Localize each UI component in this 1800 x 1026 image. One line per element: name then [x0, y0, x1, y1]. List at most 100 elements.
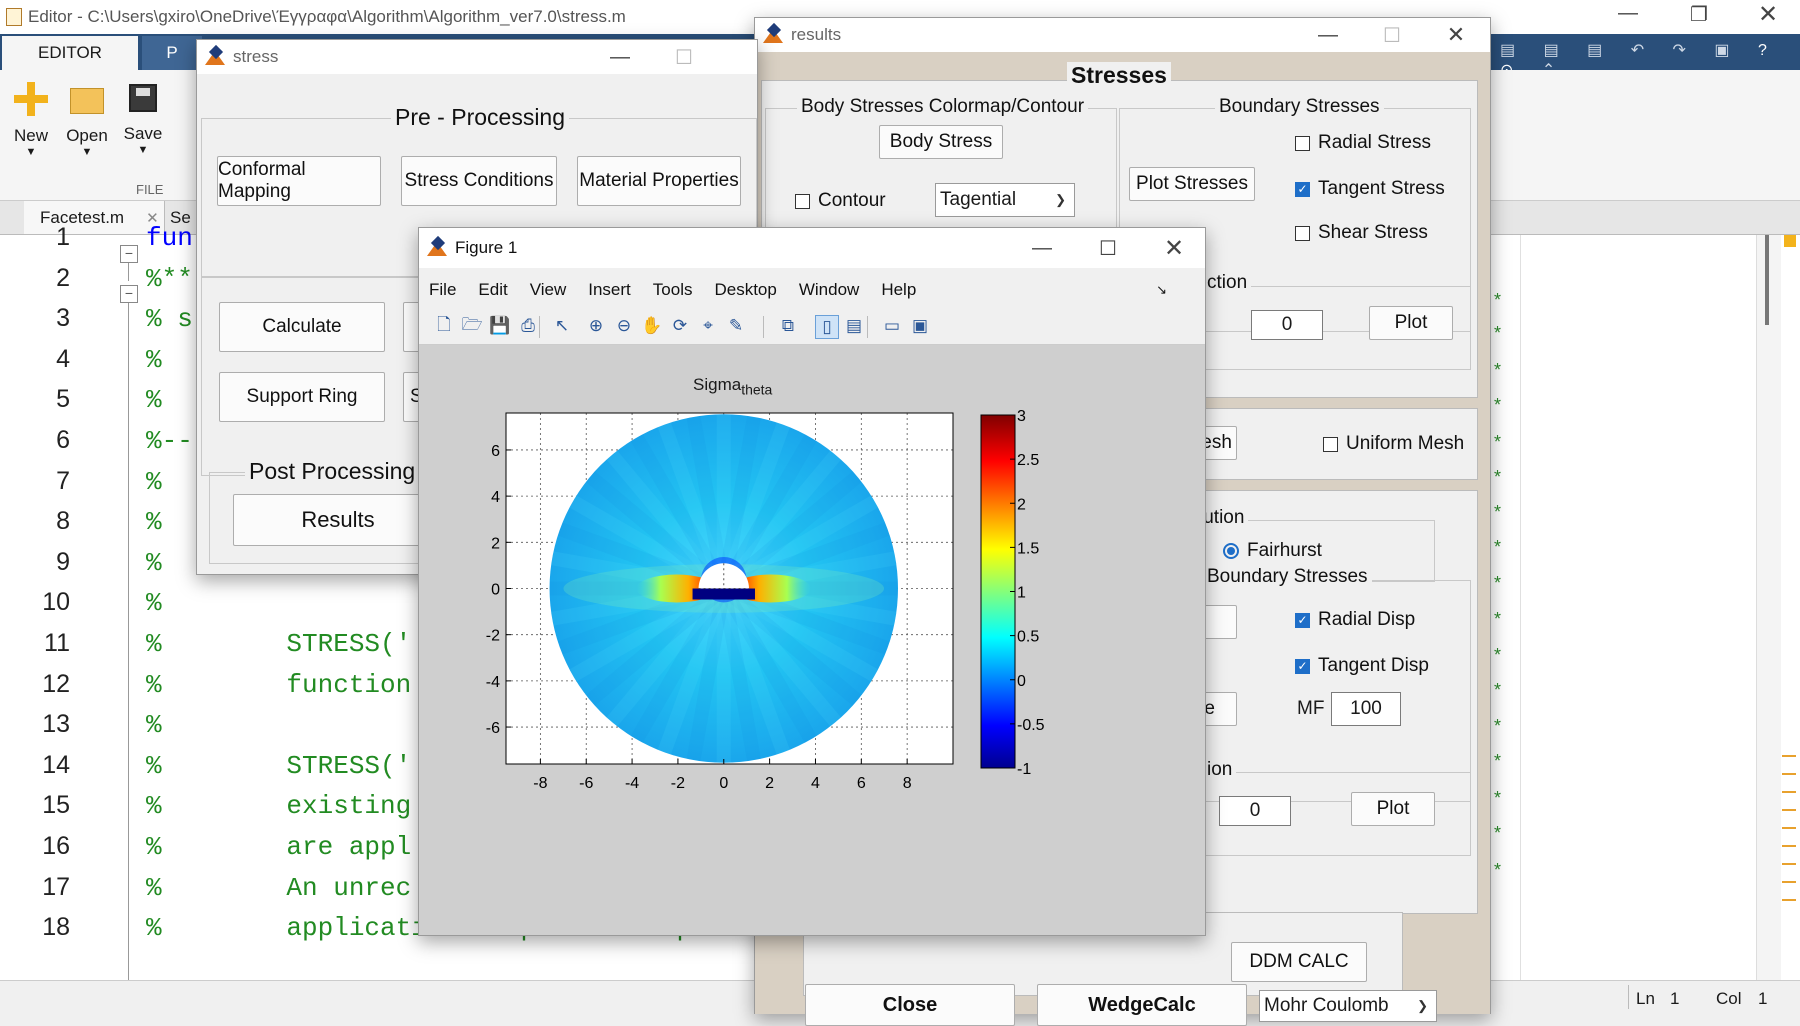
new-figure-icon[interactable]: 🗋 — [433, 315, 455, 337]
tangent-stress-checkbox[interactable]: ✓ Tangent Stress — [1295, 178, 1445, 200]
main-restore-button[interactable]: ❐ — [1690, 2, 1708, 27]
radial-stress-checkbox[interactable]: Radial Stress — [1295, 132, 1431, 154]
dock-arrow-icon[interactable]: ↘ — [1156, 282, 1167, 298]
radial-stress-box[interactable] — [1295, 135, 1310, 151]
line-number: 11 — [44, 629, 70, 657]
tab-publish[interactable]: P — [142, 36, 202, 70]
scroll-thumb[interactable] — [1765, 235, 1769, 325]
figure-minimize-button[interactable]: — — [1015, 228, 1069, 268]
line-number: 12 — [42, 669, 70, 698]
code-line: % STRESS(' — [146, 629, 412, 659]
matlab-logo-icon — [763, 25, 783, 45]
uniform-mesh-checkbox[interactable]: Uniform Mesh — [1323, 433, 1464, 455]
conformal-mapping-button[interactable]: Conformal Mapping — [217, 156, 381, 206]
tangent-stress-box[interactable]: ✓ — [1295, 181, 1310, 197]
support-ring-button[interactable]: Support Ring — [219, 372, 385, 422]
results-minimize-button[interactable]: — — [1301, 18, 1355, 52]
open-button[interactable]: Open ▼ — [62, 82, 112, 182]
tangent-disp-box[interactable]: ✓ — [1295, 658, 1310, 674]
code-line: % — [146, 507, 162, 538]
menu-help[interactable]: Help — [881, 280, 916, 300]
link-icon[interactable]: ⧉ — [777, 315, 799, 337]
chevron-down-icon: ❯ — [1055, 192, 1066, 207]
post-processing-label: Post Processing — [245, 458, 420, 485]
tangent-disp-checkbox[interactable]: ✓ Tangent Disp — [1295, 655, 1429, 677]
radial-disp-checkbox[interactable]: ✓ Radial Disp — [1295, 609, 1415, 631]
line-number: 7 — [56, 466, 70, 495]
mf-field[interactable]: 100 — [1331, 692, 1401, 726]
menu-file[interactable]: File — [429, 280, 456, 300]
menu-edit[interactable]: Edit — [478, 280, 507, 300]
open-icon[interactable]: 🗁 — [461, 315, 483, 337]
code-line: fun — [146, 223, 193, 253]
shear-stress-box[interactable] — [1295, 225, 1310, 241]
menu-window[interactable]: Window — [799, 280, 859, 300]
material-properties-button[interactable]: Material Properties — [577, 156, 741, 206]
section-value-field[interactable]: 0 — [1251, 310, 1323, 340]
radial-disp-box[interactable]: ✓ — [1295, 612, 1310, 628]
save-icon[interactable]: 💾 — [489, 315, 511, 337]
fairhurst-radio[interactable]: Fairhurst — [1223, 540, 1322, 562]
tension-zone-bottom — [692, 588, 755, 600]
zoom-out-icon[interactable]: ⊖ — [613, 315, 635, 337]
shear-stress-checkbox[interactable]: Shear Stress — [1295, 222, 1428, 244]
new-label: New — [13, 126, 48, 145]
results-close-button[interactable]: ✕ — [1429, 18, 1483, 52]
results-maximize-button[interactable]: ☐ — [1365, 18, 1419, 52]
menu-view[interactable]: View — [530, 280, 567, 300]
uniform-mesh-box[interactable] — [1323, 436, 1338, 452]
fold-minus-icon[interactable]: − — [120, 245, 138, 263]
legend-icon[interactable]: ▤ — [843, 315, 865, 337]
wedgecalc-button[interactable]: WedgeCalc — [1037, 984, 1247, 1026]
zoom-in-icon[interactable]: ⊕ — [585, 315, 607, 337]
main-close-button[interactable]: ✕ — [1758, 0, 1778, 29]
stress-maximize-button[interactable]: ☐ — [657, 40, 711, 74]
tangent-stress-label: Tangent Stress — [1318, 178, 1445, 199]
stress-conditions-button[interactable]: Stress Conditions — [401, 156, 557, 206]
plot-stresses-button[interactable]: Plot Stresses — [1129, 167, 1255, 201]
colorbar-icon[interactable]: ▯ — [815, 315, 839, 339]
show-plot-tools-icon[interactable]: ▣ — [909, 315, 931, 337]
pan-icon[interactable]: ✋ — [641, 315, 663, 337]
section-plot-button[interactable]: Plot — [1369, 306, 1453, 340]
contour-checkbox[interactable]: Contour — [795, 190, 886, 212]
stress-minimize-button[interactable]: — — [593, 40, 647, 74]
save-button[interactable]: Save ▼ — [120, 82, 166, 182]
radial-disp-label: Radial Disp — [1318, 609, 1416, 630]
menu-insert[interactable]: Insert — [588, 280, 631, 300]
new-button[interactable]: New ▼ — [8, 82, 54, 182]
ddm-calc-button[interactable]: DDM CALC — [1231, 942, 1367, 982]
line-number: 5 — [56, 385, 70, 414]
menu-desktop[interactable]: Desktop — [714, 280, 776, 300]
y-tick-label: -4 — [486, 674, 500, 691]
contour-checkbox-box[interactable] — [795, 193, 810, 209]
figure-close-button[interactable]: ✕ — [1147, 228, 1201, 268]
body-stress-button[interactable]: Body Stress — [879, 125, 1003, 159]
results-button[interactable]: Results — [233, 494, 443, 546]
section2-value-field[interactable]: 0 — [1219, 796, 1291, 826]
fold-minus-icon[interactable]: − — [120, 285, 138, 303]
help-icon[interactable]: ? — [1758, 42, 1779, 59]
figure-maximize-button[interactable]: ☐ — [1081, 228, 1135, 268]
brush-icon[interactable]: ✎ — [725, 315, 747, 337]
rotate-icon[interactable]: ⟳ — [669, 315, 691, 337]
main-minimize-button[interactable]: — — [1618, 2, 1638, 25]
hide-plot-tools-icon[interactable]: ▭ — [881, 315, 903, 337]
radio-selected-icon[interactable] — [1223, 543, 1239, 559]
pointer-icon[interactable]: ↖ — [551, 315, 573, 337]
margin-star: * — [1494, 360, 1502, 380]
data-cursor-icon[interactable]: ⌖ — [697, 315, 719, 337]
new-icon — [14, 82, 48, 116]
stress-component-select[interactable]: Tagential ❯ — [935, 183, 1075, 217]
code-line: % s — [146, 304, 193, 335]
section2-plot-button[interactable]: Plot — [1351, 792, 1435, 826]
vertical-scrollbar[interactable] — [1756, 235, 1781, 980]
warning-indicator-icon[interactable] — [1784, 235, 1796, 247]
failure-criterion-select[interactable]: Mohr Coulomb ❯ — [1259, 990, 1437, 1022]
calculate-button[interactable]: Calculate — [219, 302, 385, 352]
tab-editor[interactable]: EDITOR — [2, 36, 138, 70]
close-button[interactable]: Close — [805, 984, 1015, 1026]
print-icon[interactable]: ⎙ — [517, 315, 539, 337]
menu-tools[interactable]: Tools — [653, 280, 693, 300]
colorbar-tick-label: 2.5 — [1017, 452, 1039, 469]
